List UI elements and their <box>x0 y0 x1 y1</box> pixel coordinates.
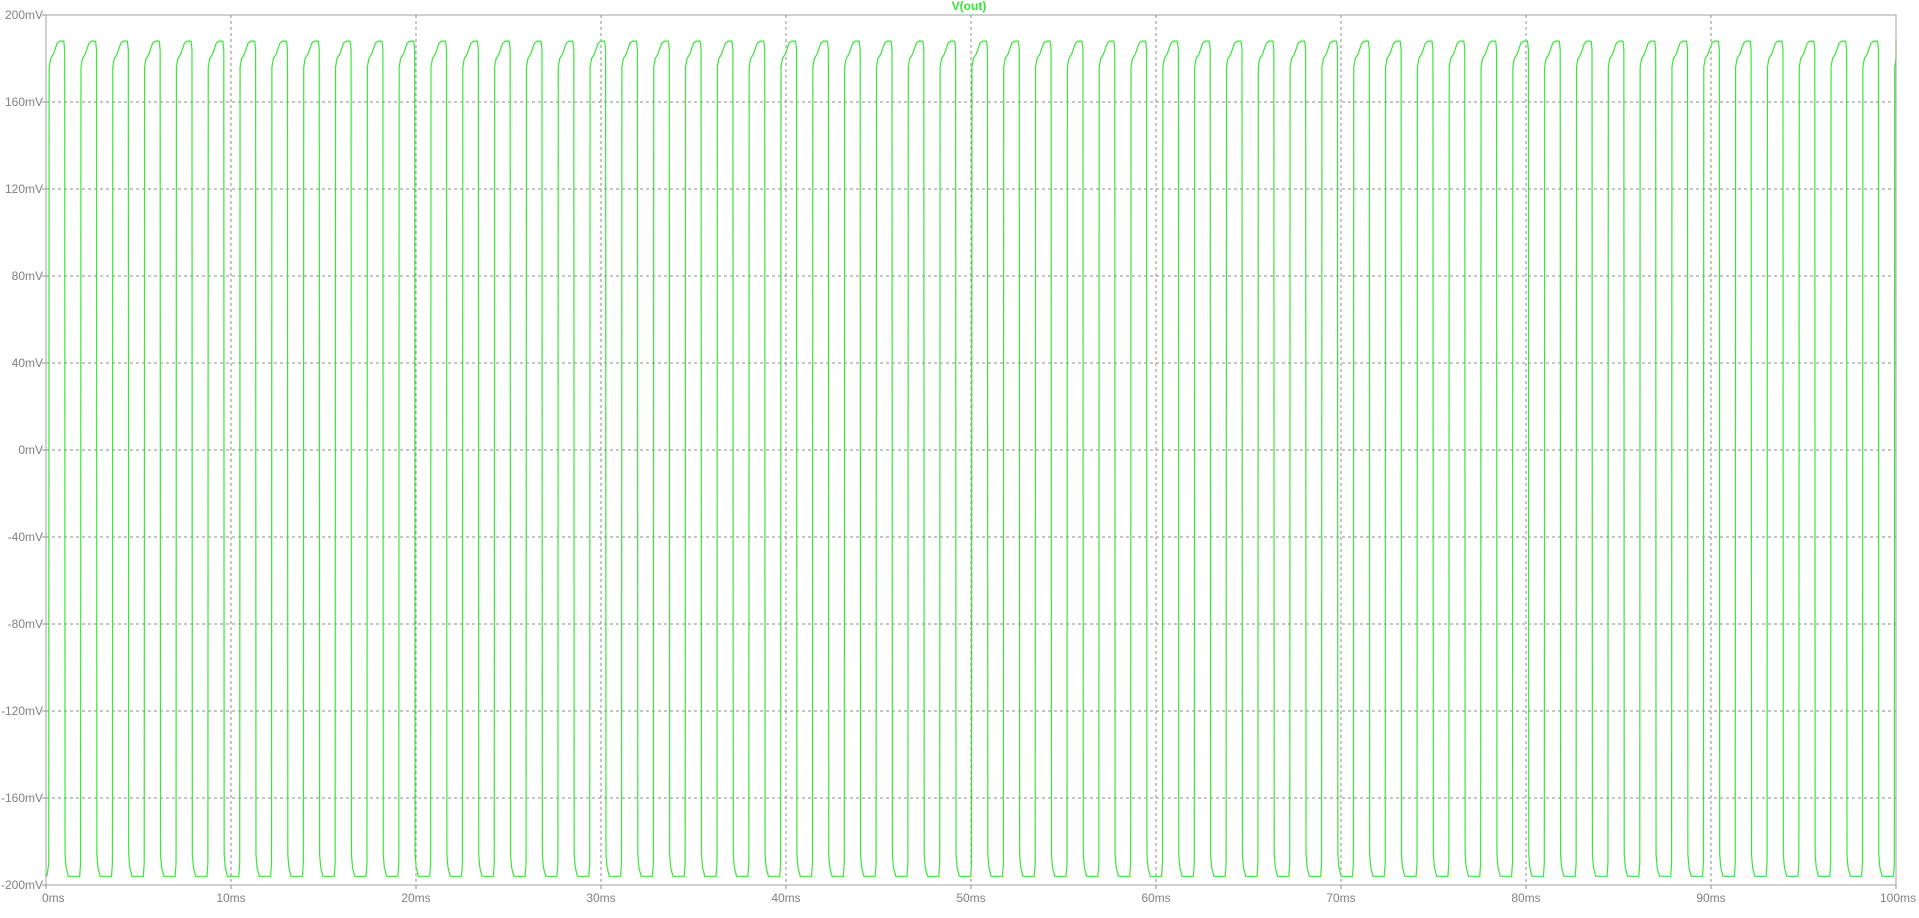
x-tick-label: 10ms <box>216 891 245 905</box>
trace-title-v-out[interactable]: V(out) <box>952 0 987 13</box>
y-tick-label: -120mV <box>1 704 43 718</box>
x-tick-label: 90ms <box>1696 891 1725 905</box>
x-tick-label: 50ms <box>956 891 985 905</box>
y-tick-label: 120mV <box>5 182 43 196</box>
series-line-v-out <box>46 40 1897 877</box>
x-tick-label: 30ms <box>586 891 615 905</box>
x-tick-label: 70ms <box>1326 891 1355 905</box>
y-tick-label: -160mV <box>1 791 43 805</box>
plot-area[interactable]: 200mV 160mV 120mV 80mV 40mV 0mV -40mV -80mV -120… <box>0 0 1919 918</box>
waveform-window[interactable]: 200mV 160mV 120mV 80mV 40mV 0mV -40mV -80mV -120… <box>0 0 1919 918</box>
y-tick-label: -40mV <box>8 530 43 544</box>
y-tick-label: 200mV <box>5 8 43 22</box>
x-tick-label: 40ms <box>771 891 800 905</box>
x-tick-label: 80ms <box>1511 891 1540 905</box>
y-tick-label: -80mV <box>8 617 43 631</box>
y-tick-label: -200mV <box>1 878 43 892</box>
y-tick-label: 160mV <box>5 95 43 109</box>
grid <box>46 15 1896 885</box>
y-axis-ticks: 200mV 160mV 120mV 80mV 40mV 0mV -40mV -80mV -120… <box>1 8 46 892</box>
y-tick-label: 0mV <box>18 443 43 457</box>
x-tick-label: 60ms <box>1141 891 1170 905</box>
y-tick-label: 40mV <box>12 356 43 370</box>
traces <box>46 40 1897 877</box>
x-tick-label: 20ms <box>401 891 430 905</box>
x-tick-label: 100ms <box>1880 891 1916 905</box>
x-axis-ticks: 0ms 10ms 20ms 30ms 40ms 50ms 60ms 70ms 80ms 90ms 1… <box>42 885 1916 905</box>
x-tick-label: 0ms <box>42 891 65 905</box>
y-tick-label: 80mV <box>12 269 43 283</box>
